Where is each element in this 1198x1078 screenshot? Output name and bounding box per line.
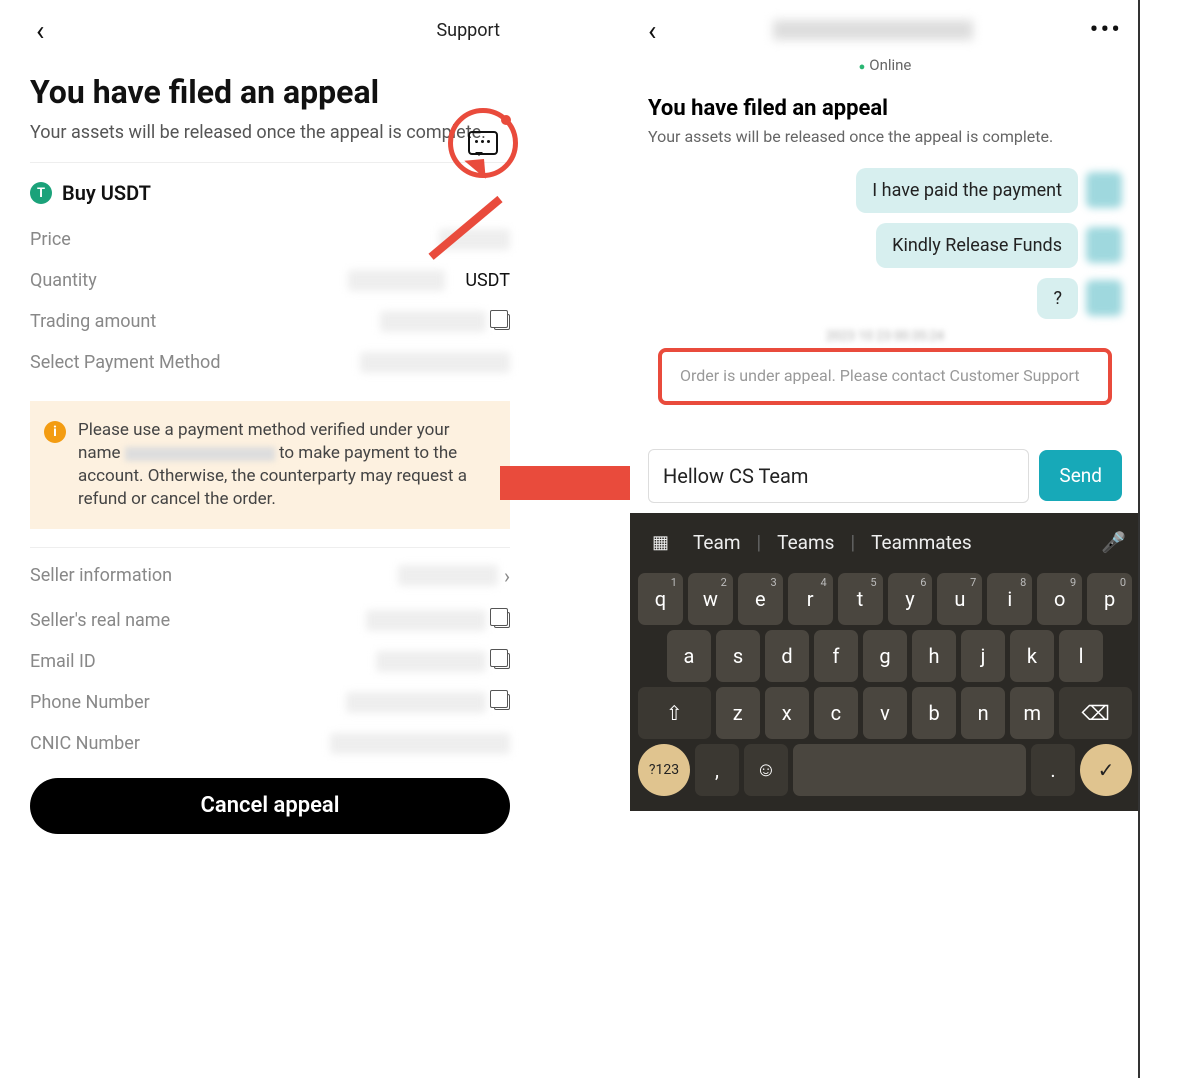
avatar [1086,280,1122,316]
chat-message-sent: ? [1037,278,1078,319]
key-j[interactable]: j [961,630,1005,682]
key-k[interactable]: k [1010,630,1054,682]
cnic-number-label: CNIC Number [30,733,140,754]
notice-name-redacted [125,447,275,461]
key-a[interactable]: a [667,630,711,682]
quantity-value: xxxxxxxxxx [348,270,445,291]
seller-information-row[interactable]: Seller information xxxxx › [30,548,510,600]
backspace-key[interactable]: ⌫ [1059,687,1132,739]
more-options-icon[interactable]: ••• [1090,15,1122,45]
trading-amount-label: Trading amount [30,311,156,332]
payment-method-value: xxxxxxxxxxxxxx [360,352,510,373]
copy-icon[interactable] [494,314,510,330]
price-label: Price [30,229,71,250]
key-c[interactable]: c [814,687,858,739]
microphone-icon[interactable]: 🎤 [1101,530,1126,554]
soft-keyboard: ▦ Team | Teams | Teammates 🎤 q1w2e3r4t5y… [630,513,1140,811]
key-b[interactable]: b [912,687,956,739]
key-l[interactable]: l [1059,630,1103,682]
emoji-key[interactable]: ☺ [744,744,788,796]
avatar [1086,172,1122,208]
online-status: Online [630,56,1140,74]
key-t[interactable]: t5 [838,573,883,625]
phone-number-label: Phone Number [30,692,150,713]
key-n[interactable]: n [961,687,1005,739]
keyboard-suggestion[interactable]: Team [683,527,751,558]
copy-icon[interactable] [494,612,510,628]
key-s[interactable]: s [716,630,760,682]
appeal-notice-text: Order is under appeal. Please contact Cu… [680,366,1090,387]
support-link[interactable]: Support [436,20,500,41]
email-id-label: Email ID [30,651,96,672]
copy-icon[interactable] [494,653,510,669]
chat-peer-name [773,20,973,40]
phone-number-value: xxxxx [346,692,486,713]
seller-info-value: xxxxx [398,565,498,586]
key-y[interactable]: y6 [888,573,933,625]
payment-notice: i Please use a payment method verified u… [30,401,510,529]
key-m[interactable]: m [1010,687,1054,739]
copy-icon[interactable] [494,694,510,710]
email-id-value: xxxxx [376,651,486,672]
comma-key[interactable]: , [695,744,739,796]
key-v[interactable]: v [863,687,907,739]
seller-real-name-label: Seller's real name [30,610,170,631]
key-r[interactable]: r4 [788,573,833,625]
message-input[interactable] [648,449,1029,503]
chat-timestamp: 2023 10 23 00:35:24 [648,329,1122,344]
chevron-right-icon: › [504,564,510,588]
cancel-appeal-button[interactable]: Cancel appeal [30,778,510,834]
key-q[interactable]: q1 [638,573,683,625]
cnic-number-value: xxxxx [330,733,510,754]
key-w[interactable]: w2 [688,573,733,625]
notification-dot-icon [501,115,511,125]
key-h[interactable]: h [912,630,956,682]
numeric-key[interactable]: ?123 [638,744,690,796]
trading-amount-value: xxxxxxxxxxx [380,311,486,332]
appeal-title: You have filed an appeal [30,74,510,111]
send-button[interactable]: Send [1039,450,1122,501]
key-e[interactable]: e3 [738,573,783,625]
key-x[interactable]: x [765,687,809,739]
enter-key[interactable]: ✓ [1080,744,1132,796]
seller-real-name-value: xxxxx [366,610,486,631]
chat-message-sent: Kindly Release Funds [876,223,1078,268]
appeal-subtitle: Your assets will be released once the ap… [30,121,510,144]
shift-key[interactable]: ⇧ [638,687,711,739]
avatar [1086,227,1122,263]
key-z[interactable]: z [716,687,760,739]
key-o[interactable]: o9 [1037,573,1082,625]
chat-appeal-subtitle: Your assets will be released once the ap… [648,127,1122,148]
info-icon: i [44,421,66,443]
chat-message-sent: I have paid the payment [856,168,1078,213]
seller-info-label: Seller information [30,565,172,586]
payment-method-label: Select Payment Method [30,352,220,373]
key-p[interactable]: p0 [1087,573,1132,625]
quantity-label: Quantity [30,270,97,291]
tether-icon: T [30,182,52,204]
key-d[interactable]: d [765,630,809,682]
key-g[interactable]: g [863,630,907,682]
back-button[interactable]: ‹ [30,10,50,51]
coin-label: Buy USDT [62,181,151,205]
key-f[interactable]: f [814,630,858,682]
key-u[interactable]: u7 [937,573,982,625]
quantity-unit: USDT [465,270,510,291]
space-key[interactable] [793,744,1026,796]
keyboard-grid-icon[interactable]: ▦ [644,528,677,557]
keyboard-suggestion[interactable]: Teammates [861,527,982,558]
back-button[interactable]: ‹ [648,14,656,47]
key-i[interactable]: i8 [987,573,1032,625]
period-key[interactable]: . [1031,744,1075,796]
appeal-notice-highlight-box: Order is under appeal. Please contact Cu… [658,348,1112,405]
chat-appeal-title: You have filed an appeal [648,96,1122,121]
keyboard-suggestion[interactable]: Teams [767,527,844,558]
divider [30,162,510,163]
